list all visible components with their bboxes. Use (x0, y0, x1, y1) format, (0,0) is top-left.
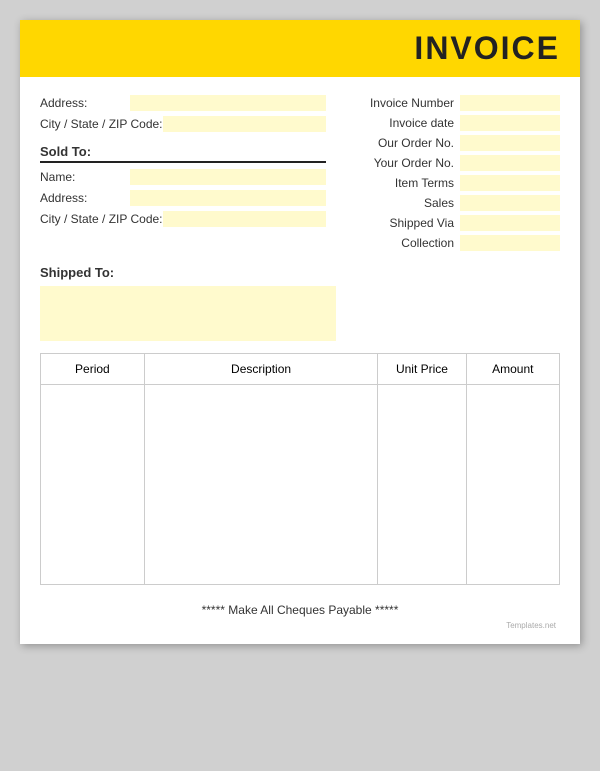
watermark: Templates.net (40, 621, 560, 634)
item-terms-input[interactable] (460, 175, 560, 191)
city-label: City / State / ZIP Code: (40, 117, 163, 131)
sold-to-address-input[interactable] (130, 190, 326, 206)
invoice-date-row: Invoice date (342, 115, 560, 131)
col-period: Period (41, 354, 145, 385)
shipped-to-section: Shipped To: (40, 265, 560, 341)
sales-input[interactable] (460, 195, 560, 211)
col-description: Description (144, 354, 378, 385)
item-terms-row: Item Terms (342, 175, 560, 191)
address-row: Address: (40, 95, 326, 111)
our-order-label: Our Order No. (378, 136, 454, 150)
sold-to-city-row: City / State / ZIP Code: (40, 211, 326, 227)
address-input[interactable] (130, 95, 326, 111)
collection-label: Collection (401, 236, 454, 250)
period-cell[interactable] (41, 385, 145, 585)
amount-cell[interactable] (466, 385, 559, 585)
sold-to-city-label: City / State / ZIP Code: (40, 212, 163, 226)
shipped-via-label: Shipped Via (390, 216, 455, 230)
footer-text: ***** Make All Cheques Payable ***** (40, 595, 560, 621)
invoice-header: INVOICE (20, 20, 580, 77)
description-cell[interactable] (144, 385, 378, 585)
sold-to-label: Sold To: (40, 144, 326, 163)
item-terms-label: Item Terms (395, 176, 454, 190)
sold-to-section: Sold To: Name: Address: City / State / (40, 144, 326, 227)
shipped-via-row: Shipped Via (342, 215, 560, 231)
invoice-number-label: Invoice Number (370, 96, 454, 110)
invoice-number-row: Invoice Number (342, 95, 560, 111)
your-order-input[interactable] (460, 155, 560, 171)
sales-label: Sales (424, 196, 454, 210)
unit-price-cell[interactable] (378, 385, 466, 585)
invoice-table: Period Description Unit Price Amount (40, 353, 560, 585)
invoice-date-label: Invoice date (389, 116, 454, 130)
table-data-row[interactable] (41, 385, 560, 585)
sold-to-name-row: Name: (40, 169, 326, 185)
our-order-input[interactable] (460, 135, 560, 151)
invoice-page: INVOICE Address: City / State / ZIP Code… (20, 20, 580, 644)
sold-to-city-input[interactable] (163, 211, 327, 227)
shipped-to-box[interactable] (40, 286, 336, 341)
shipped-via-input[interactable] (460, 215, 560, 231)
city-input[interactable] (163, 116, 327, 132)
collection-row: Collection (342, 235, 560, 251)
address-label: Address: (40, 96, 130, 110)
invoice-title: INVOICE (40, 30, 560, 67)
sold-to-name-label: Name: (40, 170, 130, 184)
your-order-row: Your Order No. (342, 155, 560, 171)
collection-input[interactable] (460, 235, 560, 251)
your-order-label: Your Order No. (374, 156, 454, 170)
sold-to-address-row: Address: (40, 190, 326, 206)
col-amount: Amount (466, 354, 559, 385)
city-row: City / State / ZIP Code: (40, 116, 326, 132)
col-unit-price: Unit Price (378, 354, 466, 385)
table-header-row: Period Description Unit Price Amount (41, 354, 560, 385)
sales-row: Sales (342, 195, 560, 211)
sold-to-name-input[interactable] (130, 169, 326, 185)
shipped-to-label: Shipped To: (40, 265, 560, 280)
our-order-row: Our Order No. (342, 135, 560, 151)
left-column: Address: City / State / ZIP Code: Sold T… (40, 95, 326, 255)
invoice-date-input[interactable] (460, 115, 560, 131)
right-column: Invoice Number Invoice date Our Order No… (342, 95, 560, 255)
invoice-number-input[interactable] (460, 95, 560, 111)
sold-to-address-label: Address: (40, 191, 130, 205)
